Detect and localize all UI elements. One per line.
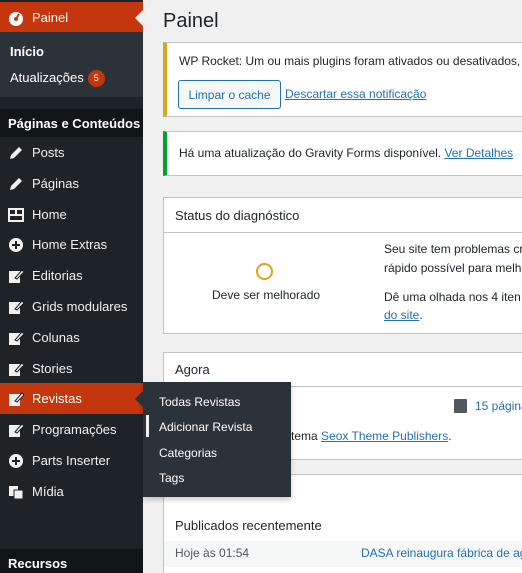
health-status-label: Deve ser melhorado [212, 288, 321, 302]
flyout-item-all[interactable]: Todas Revistas [159, 395, 240, 409]
sidebar-item-label: Páginas [32, 176, 79, 191]
pages-count[interactable]: 15 página [454, 399, 522, 413]
sidebar-item-label: Grids modulares [32, 299, 128, 314]
flyout-item-categories[interactable]: Categorias [159, 446, 217, 460]
sidebar-item-m-dia[interactable]: Mídia [0, 476, 143, 507]
section-resources: Recursos [0, 549, 143, 573]
sidebar-item-label: Stories [32, 361, 73, 376]
site-health-header[interactable]: Status do diagnóstico [164, 198, 522, 233]
sidebar-item-editorias[interactable]: Editorias [0, 260, 143, 291]
health-status-indicator [256, 263, 273, 280]
edit-page-icon [6, 420, 26, 440]
sidebar-item-label: Painel [32, 10, 69, 25]
site-health-widget: Status do diagnóstico Deve ser melhorado… [163, 197, 522, 334]
sidebar-item-home-extras[interactable]: Home Extras [0, 229, 143, 260]
gravity-forms-text: Há uma atualização do Gravity Forms disp… [179, 146, 442, 160]
site-health-link[interactable]: do site [384, 308, 419, 322]
dismiss-notice-link[interactable]: Descartar essa notificação [285, 87, 426, 101]
flyout-item-tags[interactable]: Tags [159, 471, 184, 485]
health-text-line-1: Seu site tem problemas cr [384, 242, 522, 256]
sidebar-item-label: Home Extras [32, 237, 108, 252]
sidebar-item-colunas[interactable]: Colunas [0, 322, 143, 353]
sidebar-item-label: Home [32, 207, 67, 222]
sidebar-item-grids-modulares[interactable]: Grids modulares [0, 291, 143, 322]
sidebar-item-label: Parts Inserter [32, 453, 111, 468]
gravity-forms-notice: Há uma atualização do Gravity Forms disp… [163, 131, 522, 176]
health-text-line-3: Dê uma olhada nos 4 iten [384, 290, 521, 304]
submenu-updates[interactable]: Atualizações 5 [10, 70, 105, 88]
wp-rocket-notice: WP Rocket: Um ou mais plugins foram ativ… [163, 42, 522, 117]
sidebar-item-parts-inserter[interactable]: Parts Inserter [0, 445, 143, 476]
pages-icon [454, 399, 467, 413]
page-title: Painel [163, 10, 219, 32]
plus-circle-icon [6, 235, 26, 255]
recently-published-heading: Publicados recentemente [175, 518, 322, 533]
media-icon [6, 482, 26, 502]
clear-cache-button[interactable]: Limpar o cache [178, 80, 281, 109]
view-details-link[interactable]: Ver Detalhes [444, 146, 513, 160]
plus-circle-icon [6, 451, 26, 471]
dashboard-submenu: Início Atualizações 5 [0, 32, 143, 97]
theme-info: tema Seox Theme Publishers. [291, 429, 452, 443]
admin-sidebar: Painel Início Atualizações 5 Páginas e Co… [0, 0, 143, 573]
sidebar-item-label: Colunas [32, 330, 80, 345]
site-health-title: Status do diagnóstico [175, 207, 300, 223]
health-text-line-2: rápido possível para melh [384, 261, 522, 275]
sidebar-item-label: Editorias [32, 268, 83, 283]
sidebar-item-stories[interactable]: Stories [0, 353, 143, 384]
flyout-item-add[interactable]: Adicionar Revista [159, 420, 252, 434]
post-date: Hoje às 01:54 [175, 546, 250, 560]
sidebar-item-programa-es[interactable]: Programações [0, 414, 143, 445]
theme-link[interactable]: Seox Theme Publishers [321, 429, 448, 443]
edit-page-icon [6, 328, 26, 348]
layout-icon [6, 205, 26, 225]
section-pages-content: Páginas e Conteúdos [0, 109, 143, 137]
wp-rocket-text: WP Rocket: Um ou mais plugins foram ativ… [179, 54, 522, 68]
updates-count-badge: 5 [87, 70, 105, 88]
dashboard-icon [6, 8, 26, 28]
flyout-selection-marker [146, 415, 149, 437]
sidebar-item-posts[interactable]: Posts [0, 137, 143, 168]
submenu-updates-label: Atualizações [10, 70, 84, 85]
pin-icon [6, 143, 26, 163]
revistas-flyout-menu: Todas Revistas Adicionar Revista Categor… [143, 382, 291, 497]
sidebar-item-label: Mídia [32, 484, 64, 499]
sidebar-item-dashboard[interactable]: Painel [0, 2, 143, 33]
sidebar-item-label: Revistas [32, 391, 82, 406]
list-item: Hoje às 01:54 DASA reinaugura fábrica de… [164, 541, 522, 567]
edit-page-icon [6, 266, 26, 286]
sidebar-item-home[interactable]: Home [0, 199, 143, 230]
submenu-home[interactable]: Início [10, 44, 44, 59]
edit-page-icon [6, 359, 26, 379]
edit-page-icon [6, 389, 26, 409]
sidebar-item-label: Posts [32, 145, 65, 160]
sidebar-item-revistas[interactable]: Revistas [0, 383, 143, 414]
sidebar-item-p-ginas[interactable]: Páginas [0, 168, 143, 199]
pin-icon [6, 174, 26, 194]
at-a-glance-title: Agora [175, 362, 210, 377]
sidebar-item-label: Programações [32, 422, 117, 437]
post-link[interactable]: DASA reinaugura fábrica de ag [361, 546, 522, 560]
edit-page-icon [6, 297, 26, 317]
